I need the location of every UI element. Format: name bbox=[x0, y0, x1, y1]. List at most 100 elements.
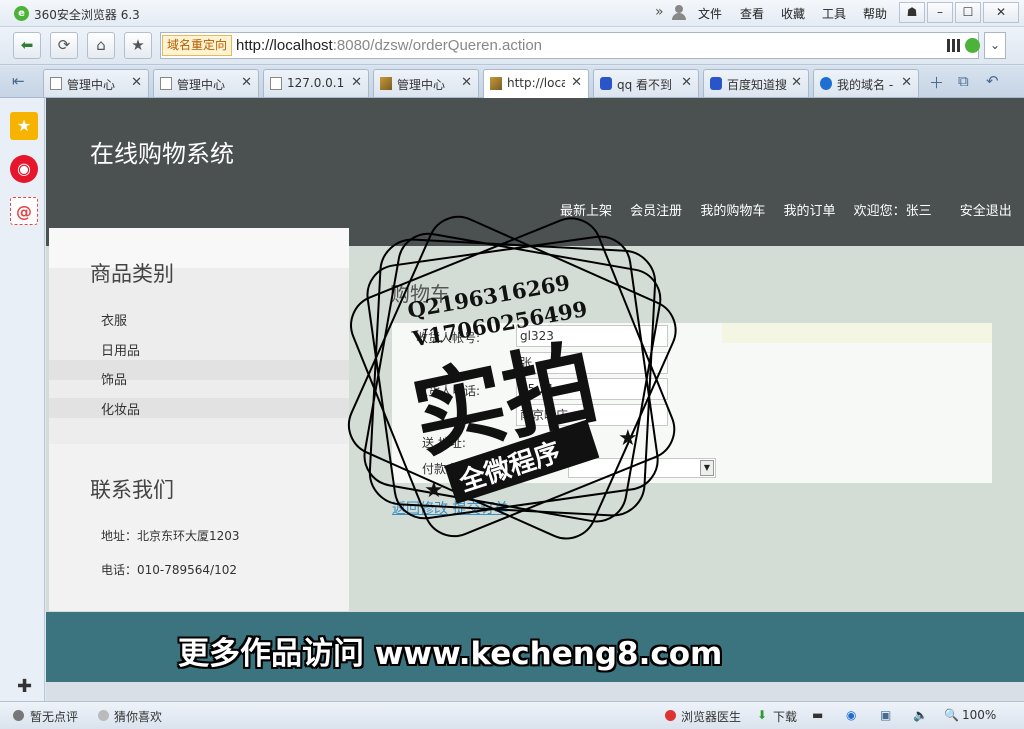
user-account-icon[interactable] bbox=[672, 5, 686, 20]
payment-label: 付款方 bbox=[422, 462, 459, 476]
tab-close-icon[interactable]: ✕ bbox=[131, 75, 142, 90]
undo-close-tab-icon[interactable]: ↶ bbox=[986, 72, 999, 90]
close-button[interactable]: ✕ bbox=[983, 2, 1019, 23]
ie-mode-icon[interactable]: ◉ bbox=[846, 708, 856, 722]
submit-order-link[interactable]: 提交订单 bbox=[452, 501, 508, 517]
menu-help[interactable]: 帮助 bbox=[863, 5, 887, 22]
mail-at-icon[interactable]: @ bbox=[10, 197, 38, 225]
web-page: 在线购物系统 最新上架 会员注册 我的购物车 我的订单 欢迎您：张三 安全退出 … bbox=[46, 98, 1024, 701]
tab-bar: 管理中心 ✕ 管理中心 ✕ 127.0.0.1 ✕ 管理中心 ✕ http://… bbox=[0, 66, 1024, 98]
favorites-star-icon[interactable]: ★ bbox=[10, 112, 38, 140]
tab-close-icon[interactable]: ✕ bbox=[241, 75, 252, 90]
maximize-button[interactable]: ☐ bbox=[955, 2, 981, 23]
page-bottom-strip bbox=[46, 682, 1024, 701]
tab-label: 管理中心 bbox=[397, 78, 446, 92]
order-form: 收货人帐号: gl323 张 收货人电话: 15 21 南京晓庄 送 地址: 付… bbox=[392, 323, 992, 483]
status-guess[interactable]: 猜你喜欢 bbox=[114, 708, 162, 725]
nav-new-arrivals[interactable]: 最新上架 bbox=[560, 204, 612, 219]
tab-close-icon[interactable]: ✕ bbox=[681, 75, 692, 90]
tab-label: http://loca bbox=[507, 76, 565, 90]
menu-favorites[interactable]: 收藏 bbox=[781, 5, 805, 22]
redirect-badge[interactable]: 域名重定向 bbox=[162, 35, 233, 56]
skin-button[interactable]: ☗ bbox=[899, 2, 925, 23]
rating-icon bbox=[13, 710, 24, 721]
tab-close-icon[interactable]: ✕ bbox=[791, 75, 802, 90]
payment-select[interactable]: ▼ bbox=[568, 458, 716, 478]
browser-sidebar: ★ ◉ @ ✚ bbox=[0, 98, 45, 701]
zoom-icon[interactable]: 🔍 bbox=[944, 708, 959, 722]
volume-icon[interactable]: 🔈 bbox=[913, 708, 928, 722]
contact-title: 联系我们 bbox=[90, 478, 174, 502]
tab-label: 管理中心 bbox=[67, 78, 116, 92]
tab-list-icon[interactable]: ⧉ bbox=[958, 72, 969, 90]
tab-label: qq 看不到 bbox=[617, 78, 673, 92]
tab-close-icon[interactable]: ✕ bbox=[461, 75, 472, 90]
tab-close-icon[interactable]: ✕ bbox=[351, 75, 362, 90]
menu-file[interactable]: 文件 bbox=[698, 5, 722, 22]
window-icon[interactable]: ▣ bbox=[880, 708, 891, 722]
menu-tools[interactable]: 工具 bbox=[822, 5, 846, 22]
site-title: 在线购物系统 bbox=[90, 140, 234, 168]
refresh-button[interactable]: ⟳ bbox=[50, 32, 78, 59]
receiver-address-field[interactable]: 南京晓庄 bbox=[516, 404, 668, 426]
tab-7[interactable]: 百度知道搜 ✕ bbox=[703, 69, 809, 97]
cart-title: 购物车 bbox=[390, 282, 450, 306]
receiver-name-field[interactable]: 张 bbox=[516, 352, 668, 374]
tab-close-icon[interactable]: ✕ bbox=[901, 75, 912, 90]
address-toolbar: ⬅ ⟳ ⌂ ★ 域名重定向 http://localhost:8080/dzsw… bbox=[0, 27, 1024, 65]
form-header-strip bbox=[722, 323, 992, 343]
contact-box: 联系我们 地址：北京东环大厦1203 电话：010-789564/102 bbox=[49, 444, 349, 611]
tab-scroll-left-icon[interactable]: ⇤ bbox=[12, 72, 25, 90]
category-item-clothes[interactable]: 衣服 bbox=[101, 310, 127, 329]
new-tab-icon[interactable]: ＋ bbox=[929, 72, 944, 93]
back-button[interactable]: ⬅ bbox=[13, 32, 41, 59]
url-host: http://localhost bbox=[236, 37, 333, 54]
select-arrow-icon: ▼ bbox=[700, 460, 714, 476]
back-to-edit-link[interactable]: 返回修改 bbox=[392, 501, 448, 517]
tab-1[interactable]: 管理中心 ✕ bbox=[43, 69, 149, 97]
status-download[interactable]: 下载 bbox=[773, 708, 797, 725]
engine-switch-icon[interactable] bbox=[965, 38, 980, 53]
account-field[interactable]: gl323 bbox=[516, 325, 668, 347]
category-item-accessories[interactable]: 饰品 bbox=[101, 369, 127, 388]
nav-logout[interactable]: 安全退出 bbox=[960, 204, 1012, 219]
category-title: 商品类别 bbox=[90, 262, 174, 286]
status-rating[interactable]: 暂无点评 bbox=[30, 708, 78, 725]
status-doctor[interactable]: 浏览器医生 bbox=[681, 708, 741, 725]
tab-3[interactable]: 127.0.0.1 ✕ bbox=[263, 69, 369, 97]
receiver-phone-field[interactable]: 15 21 bbox=[516, 378, 668, 400]
page-icon bbox=[160, 77, 172, 90]
guess-icon bbox=[98, 710, 109, 721]
tab-label: 127.0.0.1 bbox=[287, 76, 345, 90]
phone-label: 收货人电话: bbox=[416, 384, 481, 398]
ie-page-icon bbox=[820, 77, 832, 90]
category-item-daily[interactable]: 日用品 bbox=[101, 340, 140, 359]
baidu-paw-icon bbox=[710, 77, 722, 90]
url-dropdown-button[interactable]: ⌄ bbox=[984, 32, 1006, 59]
tab-8[interactable]: 我的域名 - ✕ bbox=[813, 69, 919, 97]
sidebar-add-icon[interactable]: ✚ bbox=[17, 676, 32, 697]
tab-2[interactable]: 管理中心 ✕ bbox=[153, 69, 259, 97]
tab-4[interactable]: 管理中心 ✕ bbox=[373, 69, 479, 97]
category-item-cosmetics[interactable]: 化妆品 bbox=[101, 399, 140, 418]
menu-overflow-icon[interactable]: » bbox=[655, 4, 664, 20]
home-button[interactable]: ⌂ bbox=[87, 32, 115, 59]
favorite-button[interactable]: ★ bbox=[124, 32, 152, 59]
tab-6[interactable]: qq 看不到 ✕ bbox=[593, 69, 699, 97]
qrcode-icon[interactable] bbox=[947, 39, 960, 52]
nav-register[interactable]: 会员注册 bbox=[630, 204, 682, 219]
star-icon: ★ bbox=[131, 36, 145, 54]
chat-icon[interactable]: ▬ bbox=[812, 708, 823, 722]
url-text[interactable]: http://localhost:8080/dzsw/orderQueren.a… bbox=[236, 37, 542, 54]
nav-my-orders[interactable]: 我的订单 bbox=[783, 204, 835, 219]
nav-my-cart[interactable]: 我的购物车 bbox=[700, 204, 765, 219]
page-icon bbox=[490, 77, 502, 90]
status-zoom[interactable]: 100% bbox=[962, 708, 996, 722]
minimize-button[interactable]: – bbox=[927, 2, 953, 23]
weibo-icon[interactable]: ◉ bbox=[10, 155, 38, 183]
tab-5-active[interactable]: http://loca ✕ bbox=[483, 69, 589, 98]
tab-close-icon[interactable]: ✕ bbox=[571, 75, 582, 90]
url-input[interactable]: 域名重定向 http://localhost:8080/dzsw/orderQu… bbox=[160, 32, 980, 59]
browser-logo-icon: e bbox=[14, 6, 29, 21]
menu-view[interactable]: 查看 bbox=[740, 5, 764, 22]
